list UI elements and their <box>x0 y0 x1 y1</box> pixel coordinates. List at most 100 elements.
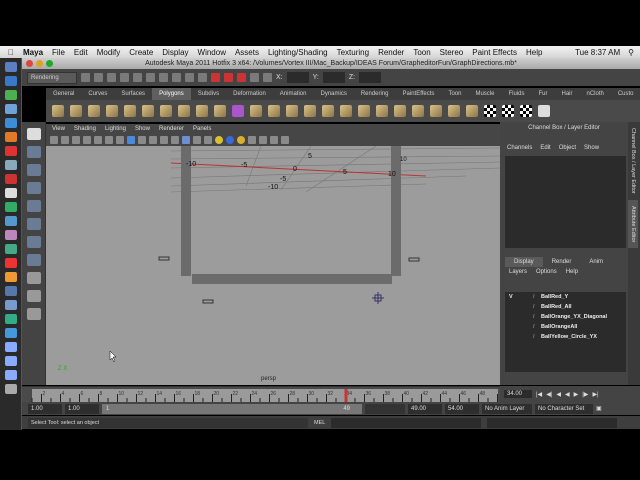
render-settings-icon[interactable] <box>237 73 246 82</box>
four-view-layout-icon[interactable] <box>27 290 41 302</box>
menuset-dropdown[interactable]: Rendering <box>27 71 77 84</box>
poly-cone-icon[interactable] <box>106 105 118 117</box>
folder-icon[interactable] <box>5 370 17 380</box>
viewport-menu-lighting[interactable]: Lighting <box>105 124 126 134</box>
layers-menu[interactable]: Layers <box>509 269 527 275</box>
trash-icon[interactable] <box>5 384 17 394</box>
poly-sphere-icon[interactable] <box>52 105 64 117</box>
clock[interactable]: Tue 8:37 AM <box>575 48 620 57</box>
poly-cube-icon[interactable] <box>70 105 82 117</box>
close-window-button[interactable] <box>26 60 33 67</box>
range-slider[interactable]: 1 49 <box>102 403 362 414</box>
app-icon[interactable] <box>5 160 17 170</box>
perspective-viewport[interactable]: -10 -5 0 5 10 -5 -10 5 10 Z X persp <box>46 146 500 385</box>
shelf-tab-animation[interactable]: Animation <box>273 88 314 100</box>
poly-cylinder-icon[interactable] <box>88 105 100 117</box>
shelf-tab-curves[interactable]: Curves <box>81 88 114 100</box>
poly-soccer-ball-icon[interactable] <box>232 105 244 117</box>
single-view-layout-icon[interactable] <box>27 272 41 284</box>
time-slider[interactable]: 2 4 6 8 10 12 14 16 18 20 22 24 26 28 30 32 34 36 38 40 42 44… <box>22 386 500 402</box>
current-time-field[interactable]: 34.00 <box>504 390 532 398</box>
auto-key-icon[interactable]: ▣ <box>596 405 602 412</box>
manipulator-tool-icon[interactable] <box>27 236 41 248</box>
shelf-tab-custom[interactable]: Custo <box>611 88 640 100</box>
snap-grid-icon[interactable] <box>159 73 168 82</box>
append-icon[interactable] <box>394 105 406 117</box>
app-icon[interactable] <box>5 216 17 226</box>
boolean-icon[interactable] <box>322 105 334 117</box>
menu-stereo[interactable]: Stereo <box>440 48 464 57</box>
shelf-tab-fluids[interactable]: Fluids <box>501 88 531 100</box>
app-icon[interactable] <box>5 76 17 86</box>
menu-edit[interactable]: Edit <box>74 48 88 57</box>
ipr-render-icon[interactable] <box>224 73 233 82</box>
snap-point-icon[interactable] <box>185 73 194 82</box>
app-icon[interactable] <box>5 188 17 198</box>
select-hierarchy-icon[interactable] <box>120 73 129 82</box>
folder-icon[interactable] <box>5 356 17 366</box>
ball-object[interactable] <box>158 256 170 261</box>
layer-color-icon[interactable]: / <box>533 314 541 320</box>
shelf-tab-polygons[interactable]: Polygons <box>152 88 191 100</box>
wireframe-on-shaded-icon[interactable] <box>193 136 201 144</box>
layer-row[interactable]: / BallRed_All <box>505 302 626 312</box>
viewport-menu-view[interactable]: View <box>52 124 65 134</box>
planar-map-icon[interactable] <box>484 105 496 117</box>
poly-pipe-icon[interactable] <box>196 105 208 117</box>
layer-row[interactable]: V / BallRed_Y <box>505 292 626 302</box>
current-time-marker[interactable] <box>344 389 348 402</box>
cube-bottom-edge[interactable] <box>192 274 392 284</box>
shelf-tab-rendering[interactable]: Rendering <box>354 88 396 100</box>
mel-label[interactable]: MEL <box>314 420 325 426</box>
edit-menu[interactable]: Edit <box>540 145 550 151</box>
go-to-end-icon[interactable]: ▶| <box>592 391 598 398</box>
app-icon[interactable] <box>5 174 17 184</box>
viewport-menu-show[interactable]: Show <box>135 124 150 134</box>
spherical-map-icon[interactable] <box>520 105 532 117</box>
app-icon[interactable] <box>5 272 17 282</box>
open-scene-icon[interactable] <box>94 73 103 82</box>
playback-end-field[interactable]: 49.00 <box>408 403 442 414</box>
separate-icon[interactable] <box>268 105 280 117</box>
menu-toon[interactable]: Toon <box>413 48 430 57</box>
ball-object[interactable] <box>408 257 420 262</box>
step-forward-key-icon[interactable]: |▶ <box>582 391 588 398</box>
menu-maya[interactable]: Maya <box>23 48 43 57</box>
poly-plane-icon[interactable] <box>124 105 136 117</box>
scale-tool-icon[interactable] <box>27 218 41 230</box>
help-menu[interactable]: Help <box>566 269 578 275</box>
app-icon[interactable] <box>5 286 17 296</box>
poly-helix-icon[interactable] <box>214 105 226 117</box>
tab-render[interactable]: Render <box>543 257 581 267</box>
xray-joints-icon[interactable] <box>270 136 278 144</box>
app-icon[interactable] <box>5 146 17 156</box>
input-line-icon[interactable] <box>263 73 272 82</box>
combine-icon[interactable] <box>250 105 262 117</box>
channel-list[interactable] <box>505 156 626 248</box>
play-forward-icon[interactable]: ▶ <box>574 391 579 398</box>
app-icon[interactable] <box>5 230 17 240</box>
select-component-icon[interactable] <box>146 73 155 82</box>
tab-anim[interactable]: Anim <box>580 257 612 267</box>
go-to-start-icon[interactable]: |◀ <box>536 391 542 398</box>
shelf-tab-toon[interactable]: Toon <box>441 88 468 100</box>
menu-file[interactable]: File <box>52 48 65 57</box>
shelf-tab-painteffects[interactable]: PaintEffects <box>396 88 442 100</box>
last-tool-icon[interactable] <box>27 254 41 266</box>
field-chart-icon[interactable] <box>138 136 146 144</box>
smooth-icon[interactable] <box>304 105 316 117</box>
all-lights-icon[interactable] <box>226 136 234 144</box>
snap-curve-icon[interactable] <box>172 73 181 82</box>
insert-loop-icon[interactable] <box>430 105 442 117</box>
command-line-input[interactable] <box>331 417 482 428</box>
shelf-tab-general[interactable]: General <box>46 88 81 100</box>
mirror-icon[interactable] <box>340 105 352 117</box>
x-field[interactable] <box>286 72 309 83</box>
menu-lighting-shading[interactable]: Lighting/Shading <box>268 48 328 57</box>
app-icon[interactable] <box>5 90 17 100</box>
cylindrical-map-icon[interactable] <box>502 105 514 117</box>
menu-window[interactable]: Window <box>198 48 226 57</box>
layer-row[interactable]: / BallOrangeAll <box>505 322 626 332</box>
split-icon[interactable] <box>412 105 424 117</box>
playback-start-field[interactable]: 1.00 <box>65 403 99 414</box>
